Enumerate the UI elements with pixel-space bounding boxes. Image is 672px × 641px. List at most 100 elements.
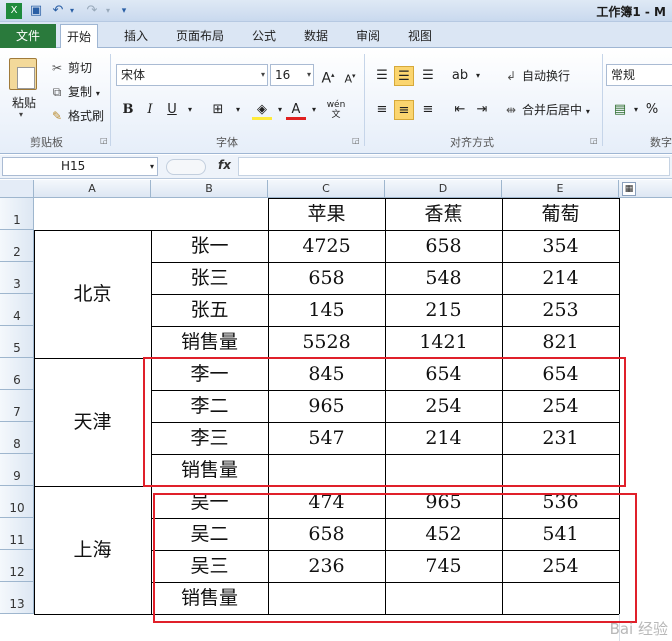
insert-function-icon[interactable]: fx (218, 158, 231, 172)
name-cell[interactable]: 张五 (151, 294, 268, 326)
redo-icon[interactable]: ↷ (84, 3, 100, 19)
increase-indent-icon[interactable]: ⇥ (472, 100, 492, 120)
align-center-icon[interactable]: ≡ (394, 100, 414, 120)
name-cell[interactable]: 张一 (151, 230, 268, 262)
customize-toolbar-icon[interactable]: ▾ (116, 3, 132, 19)
grape-value-cell[interactable]: 253 (502, 294, 619, 326)
city-cell[interactable]: 上海 (34, 486, 151, 614)
align-bottom-icon[interactable]: ☰ (418, 66, 438, 86)
column-header-e[interactable]: E (502, 180, 619, 198)
column-header-a[interactable]: A (34, 180, 151, 198)
merge-center-button[interactable]: ⇹ 合并后居中 ▾ (504, 100, 590, 120)
city-cell[interactable]: 天津 (34, 358, 151, 486)
name-cell[interactable]: 张三 (151, 262, 268, 294)
grape-value-cell[interactable]: 214 (502, 262, 619, 294)
row-header-6[interactable]: 6 (0, 358, 34, 390)
align-right-icon[interactable]: ≡ (418, 100, 438, 120)
paste-options-icon[interactable]: ▦ (622, 182, 636, 196)
orientation-dropdown-icon[interactable]: ▾ (468, 66, 488, 86)
paste-dropdown-icon[interactable]: ▾ (19, 110, 23, 119)
redo-dropdown-icon[interactable]: ▾ (100, 3, 116, 19)
row-header-9[interactable]: 9 (0, 454, 34, 486)
shrink-font-icon[interactable]: A▾ (340, 66, 360, 86)
underline-button[interactable]: U (162, 100, 182, 120)
tab-formulas[interactable]: 公式 (246, 24, 282, 48)
borders-dropdown-icon[interactable]: ▾ (228, 100, 248, 120)
tab-view[interactable]: 视图 (402, 24, 438, 48)
row-header-1[interactable]: 1 (0, 198, 34, 230)
apple-value-cell[interactable]: 658 (268, 262, 385, 294)
banana-value-cell[interactable]: 215 (385, 294, 502, 326)
header-cell-apple[interactable]: 苹果 (268, 198, 385, 230)
paste-icon[interactable] (9, 58, 37, 90)
font-color-dropdown-icon[interactable]: ▾ (304, 100, 324, 120)
apple-value-cell[interactable]: 4725 (268, 230, 385, 262)
cell-border (34, 230, 619, 231)
row-header-5[interactable]: 5 (0, 326, 34, 358)
wrap-text-button[interactable]: ↲ 自动换行 (504, 66, 570, 86)
copy-button[interactable]: ⧉ 复制 ▾ (50, 82, 100, 102)
tab-insert[interactable]: 插入 (118, 24, 154, 48)
font-color-icon[interactable]: A (286, 100, 306, 120)
formula-bar-resize-handle[interactable] (166, 159, 206, 175)
column-header-b[interactable]: B (151, 180, 268, 198)
row-header-8[interactable]: 8 (0, 422, 34, 454)
name-box[interactable]: H15 ▾ (2, 157, 158, 176)
banana-value-cell[interactable]: 658 (385, 230, 502, 262)
merge-dropdown-icon[interactable]: ▾ (586, 107, 590, 116)
row-header-11[interactable]: 11 (0, 518, 34, 550)
header-cell-banana[interactable]: 香蕉 (385, 198, 502, 230)
phonetic-icon[interactable]: wén 文 (326, 100, 346, 120)
copy-dropdown-icon[interactable]: ▾ (96, 89, 100, 98)
row-header-13[interactable]: 13 (0, 582, 34, 614)
bold-button[interactable]: B (118, 100, 138, 120)
grape-value-cell[interactable]: 821 (502, 326, 619, 358)
worksheet[interactable]: ABCDE 1 2 3 4 5 6 7 8 9 10 11 12 13 苹果 香蕉 葡萄 北京 天津 上海 张一 47… (0, 180, 672, 641)
number-format-combo[interactable]: 常规 (606, 64, 672, 86)
fill-color-icon[interactable]: ◈ (252, 100, 272, 120)
decrease-indent-icon[interactable]: ⇤ (450, 100, 470, 120)
cut-button[interactable]: ✂ 剪切 (50, 58, 92, 78)
undo-dropdown-icon[interactable]: ▾ (64, 3, 80, 19)
align-left-icon[interactable]: ≡ (372, 100, 392, 120)
paste-button[interactable]: 粘贴 (12, 94, 36, 111)
clipboard-launcher-icon[interactable]: ◲ (100, 136, 108, 145)
apple-value-cell[interactable]: 5528 (268, 326, 385, 358)
row-header-2[interactable]: 2 (0, 230, 34, 262)
font-launcher-icon[interactable]: ◲ (352, 136, 360, 145)
tab-page-layout[interactable]: 页面布局 (170, 24, 230, 48)
banana-value-cell[interactable]: 548 (385, 262, 502, 294)
align-top-icon[interactable]: ☰ (372, 66, 392, 86)
format-painter-button[interactable]: ✎ 格式刷 (50, 106, 104, 126)
formula-input[interactable] (238, 157, 670, 176)
column-header-d[interactable]: D (385, 180, 502, 198)
percent-button[interactable]: % (642, 100, 662, 120)
row-header-3[interactable]: 3 (0, 262, 34, 294)
select-all-corner[interactable] (0, 180, 34, 198)
tab-review[interactable]: 审阅 (350, 24, 386, 48)
save-icon[interactable]: ▣ (28, 3, 44, 19)
tab-data[interactable]: 数据 (298, 24, 334, 48)
orientation-icon[interactable]: ab (450, 66, 470, 86)
alignment-launcher-icon[interactable]: ◲ (590, 136, 598, 145)
font-size-combo[interactable]: 16 ▾ (270, 64, 314, 86)
font-name-combo[interactable]: 宋体 ▾ (116, 64, 268, 86)
column-header-c[interactable]: C (268, 180, 385, 198)
name-cell[interactable]: 销售量 (151, 326, 268, 358)
tab-home[interactable]: 开始 (60, 24, 99, 49)
align-middle-icon[interactable]: ☰ (394, 66, 414, 86)
row-header-12[interactable]: 12 (0, 550, 34, 582)
grape-value-cell[interactable]: 354 (502, 230, 619, 262)
tab-file[interactable]: 文件 (0, 24, 56, 48)
row-header-10[interactable]: 10 (0, 486, 34, 518)
italic-button[interactable]: I (140, 100, 160, 120)
apple-value-cell[interactable]: 145 (268, 294, 385, 326)
grow-font-icon[interactable]: A▴ (318, 65, 338, 87)
borders-icon[interactable]: ⊞ (208, 100, 228, 120)
header-cell-grape[interactable]: 葡萄 (502, 198, 619, 230)
city-cell[interactable]: 北京 (34, 230, 151, 358)
banana-value-cell[interactable]: 1421 (385, 326, 502, 358)
row-header-7[interactable]: 7 (0, 390, 34, 422)
row-header-4[interactable]: 4 (0, 294, 34, 326)
underline-dropdown-icon[interactable]: ▾ (180, 100, 200, 120)
